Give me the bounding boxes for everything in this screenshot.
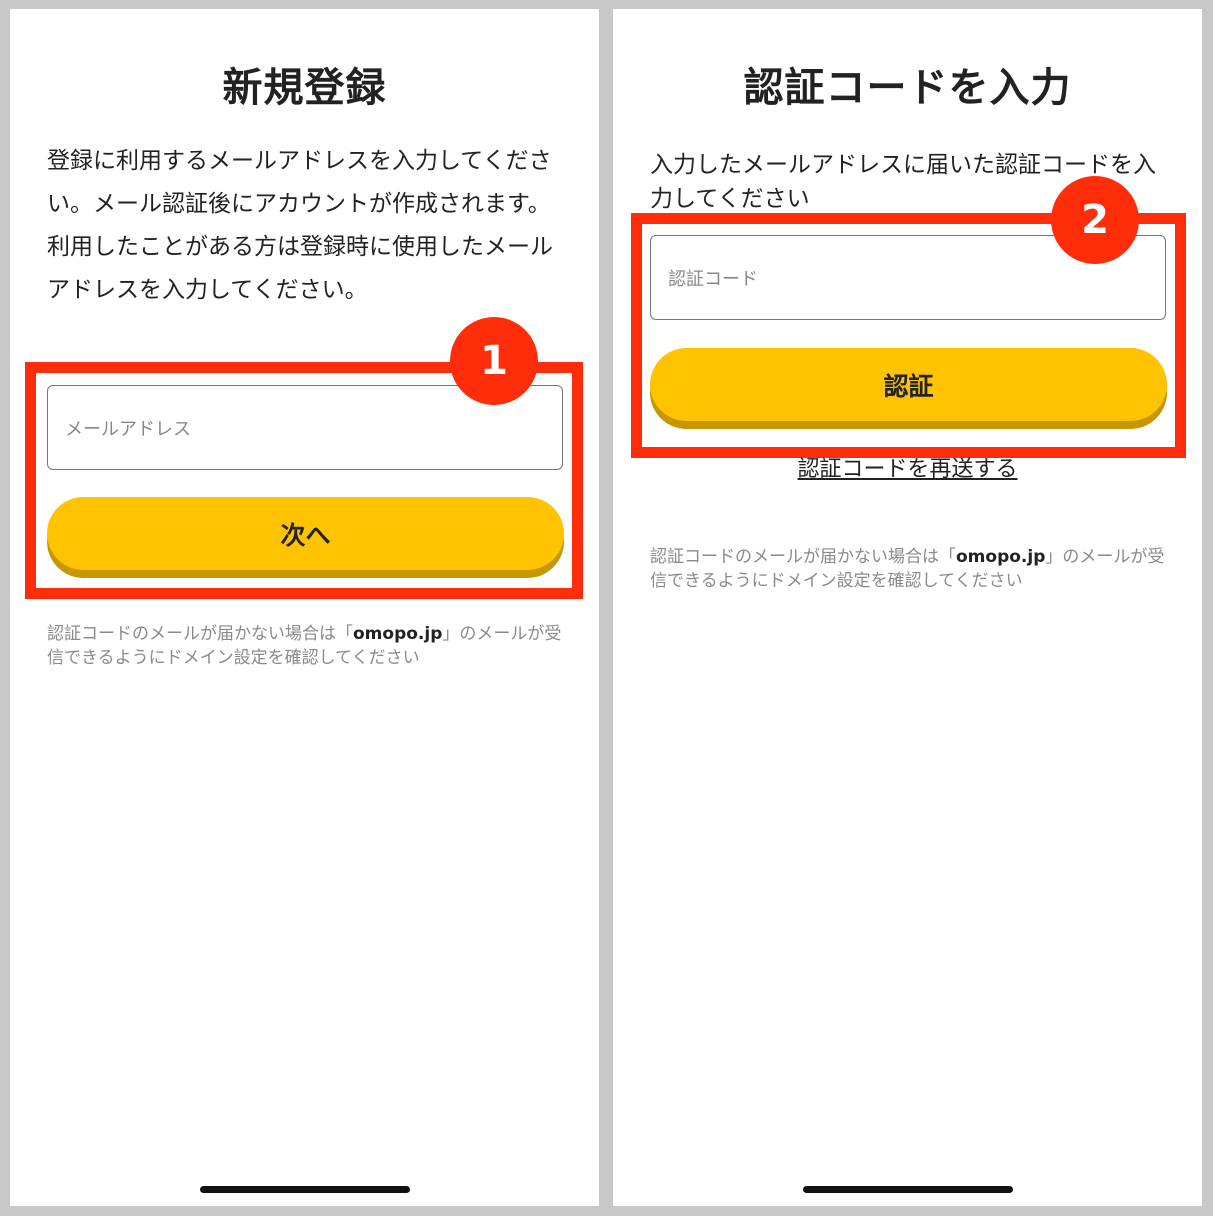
step-badge: 1 [450,317,538,405]
note-domain: omopo.jp [353,624,443,644]
step-number: 2 [1081,197,1109,243]
email-input-placeholder: メールアドレス [65,418,191,440]
description-line: 利用したことがある方は登録時に使用したメールアドレスを入力してください。 [47,234,553,303]
domain-note: 認証コードのメールが届かない場合は「omopo.jp」のメールが受信できるように… [650,545,1170,593]
home-indicator[interactable] [199,1186,410,1193]
verification-code-placeholder: 認証コード [668,268,758,290]
resend-code-link[interactable]: 認証コードを再送する [613,451,1202,483]
verification-screen: 認証コードを入力 入力したメールアドレスに届いた認証コードを入力してください 認… [613,9,1202,1206]
step-number: 1 [480,338,508,384]
note-prefix: 認証コードのメールが届かない場合は「 [47,624,353,644]
page-title: 新規登録 [222,65,387,111]
next-button[interactable]: 次へ [47,497,564,570]
verify-button[interactable]: 認証 [650,348,1167,421]
description-line: 登録に利用するメールアドレスを入力してください。メール認証後にアカウントが作成さ… [47,148,552,217]
next-button-label: 次へ [280,520,331,550]
home-indicator[interactable] [802,1186,1013,1193]
domain-note: 認証コードのメールが届かない場合は「omopo.jp」のメールが受信できるように… [47,622,567,670]
step-badge: 2 [1051,176,1139,264]
signup-screen: 新規登録 登録に利用するメールアドレスを入力してください。メール認証後にアカウン… [10,9,599,1206]
verify-button-label: 認証 [883,371,934,401]
note-domain: omopo.jp [956,547,1046,567]
description: 登録に利用するメールアドレスを入力してください。メール認証後にアカウントが作成さ… [47,140,572,312]
note-prefix: 認証コードのメールが届かない場合は「 [650,547,956,567]
page-title: 認証コードを入力 [743,65,1072,111]
